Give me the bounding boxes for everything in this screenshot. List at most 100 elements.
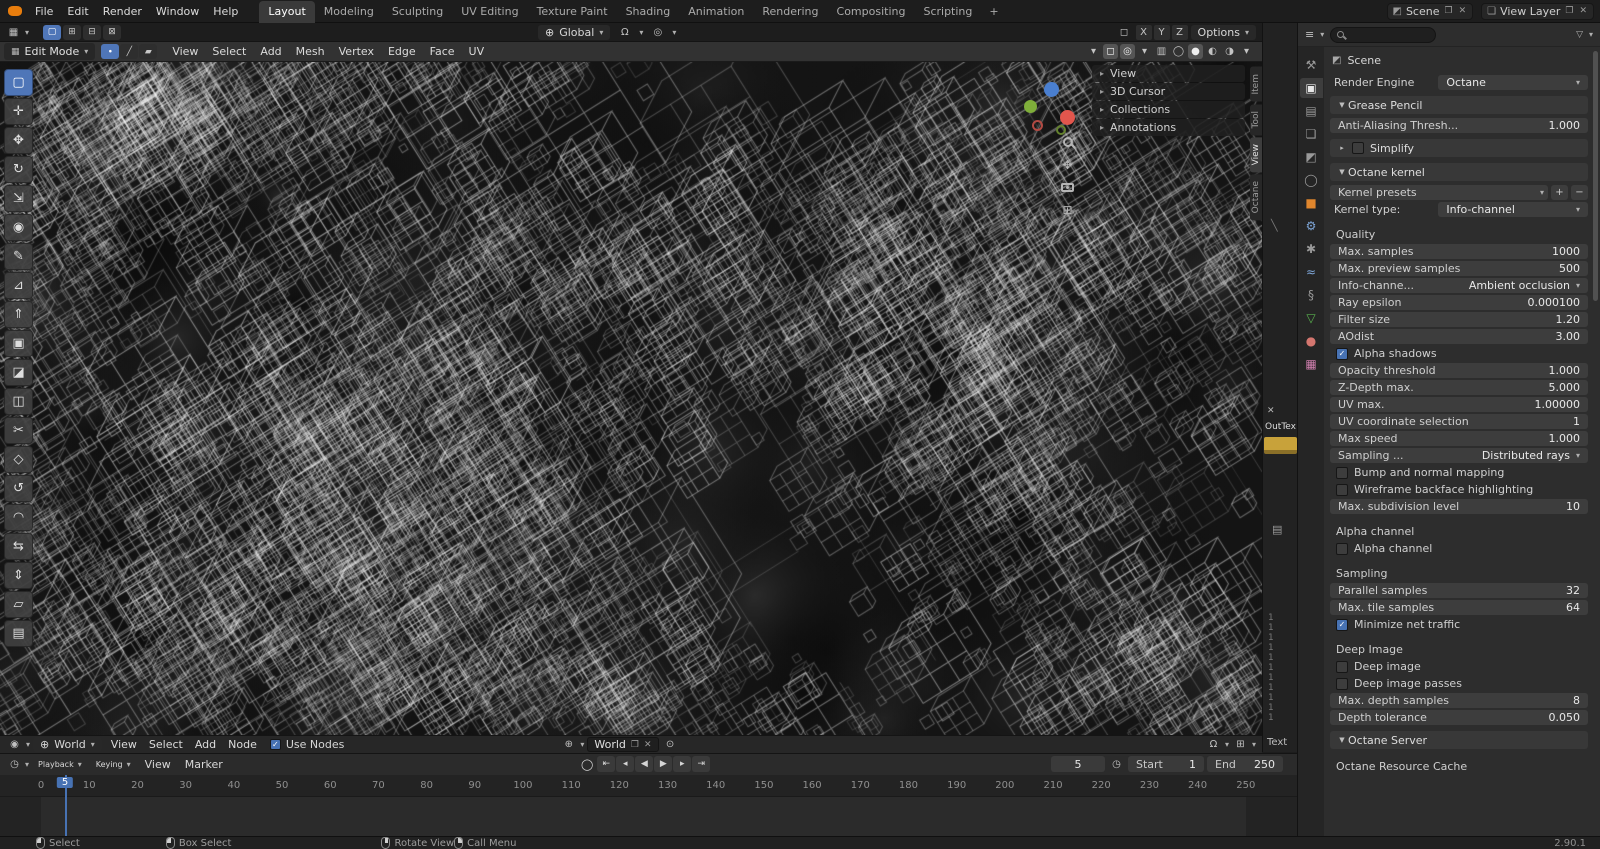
node-color-swatch[interactable]	[1264, 437, 1297, 450]
shading-rendered-button[interactable]: ◑	[1222, 44, 1237, 59]
npanel-tab-view[interactable]: View	[1250, 136, 1262, 173]
tool-transform[interactable]: ◉	[4, 214, 33, 241]
resize-handle-icon[interactable]: ╲	[1271, 219, 1278, 232]
workspace-rendering[interactable]: Rendering	[753, 1, 827, 23]
tool-select-box[interactable]: ▢	[4, 69, 33, 96]
menu-item[interactable]: Render	[96, 3, 149, 20]
menu-item[interactable]: File	[28, 3, 60, 20]
checkbox[interactable]: ✓	[1336, 660, 1348, 673]
object-visibility-dropdown[interactable]: ▾	[1086, 44, 1101, 59]
checkbox[interactable]: ✓	[1352, 142, 1364, 154]
prop-row[interactable]: ✓ Filter size 1.20 ▾ + −	[1330, 312, 1588, 327]
pan-icon[interactable]: ✥	[1062, 158, 1072, 172]
checkbox[interactable]: ✓	[1336, 483, 1348, 496]
options-dropdown[interactable]: Options ▾	[1190, 24, 1256, 40]
axis-y-ball[interactable]	[1024, 100, 1037, 113]
select-mode-extend[interactable]: ⊞	[63, 24, 82, 40]
prop-row[interactable]: ✓ Deep image ▾ + −	[1330, 659, 1588, 674]
tab-particles[interactable]: ✱	[1300, 239, 1323, 259]
navigation-gizmo[interactable]	[1023, 81, 1077, 135]
overlays-node-toggle[interactable]: ⊞	[1232, 737, 1249, 752]
editor-type-icon[interactable]: ◉	[6, 737, 23, 752]
next-keyframe-button[interactable]: ▸	[673, 756, 692, 772]
checkbox[interactable]: ✓	[1336, 466, 1348, 479]
prop-row[interactable]: ✓ Opacity threshold 1.000 ▾ + −	[1330, 363, 1588, 378]
select-mode-new[interactable]: ▢	[43, 24, 62, 40]
timeline-ruler[interactable]: 0 10 20 30 40 50 60 70 80 90 100 110 120 130 140 150 160…	[0, 775, 1297, 797]
tool-knife[interactable]: ✂	[4, 417, 33, 444]
sidebar-panel-header[interactable]: ▸ Annotations	[1092, 119, 1245, 136]
tool-move[interactable]: ✥	[4, 127, 33, 154]
prop-row[interactable]: ▸ ✓ Simplify ▾ + −	[1330, 139, 1588, 157]
frame-end-field[interactable]: End 250	[1207, 756, 1283, 772]
tool-rip-region[interactable]: ▤	[4, 620, 33, 647]
menu-item[interactable]: Help	[206, 3, 245, 20]
tab-object-data[interactable]: ▽	[1300, 308, 1323, 328]
prop-row[interactable]: ▼ ✓ Grease Pencil ▾ + −	[1330, 96, 1588, 114]
prop-row[interactable]: ✓ Alpha shadows ▾ + −	[1330, 346, 1588, 361]
tab-output[interactable]: ▤	[1300, 101, 1323, 121]
shading-material-button[interactable]: ◐	[1205, 44, 1220, 59]
prop-row[interactable]: ▼ ✓ Octane Server ▾ + −	[1330, 731, 1588, 749]
tool-extrude-region[interactable]: ⇑	[4, 301, 33, 328]
menu-item[interactable]: Playback ▾	[31, 757, 89, 772]
timeline-track[interactable]	[0, 797, 1297, 837]
tab-scene[interactable]: ◩	[1300, 147, 1323, 167]
checkbox[interactable]: ✓	[1336, 347, 1348, 360]
checkbox[interactable]: ✓	[269, 739, 281, 750]
tab-world[interactable]: ◯	[1300, 170, 1323, 190]
scene-selector[interactable]: ◩ Scene ❐ ✕	[1386, 2, 1474, 20]
tab-modifiers[interactable]: ⚙	[1300, 216, 1323, 236]
shading-dropdown[interactable]: ▾	[1239, 44, 1254, 59]
view-layer-selector[interactable]: ❏ View Layer ❐ ✕	[1481, 2, 1594, 20]
use-nodes-checkbox[interactable]: ✓ Use Nodes	[269, 738, 344, 751]
play-button[interactable]: ▶	[654, 756, 673, 772]
world-datablock-field[interactable]: World ❐ ✕	[587, 737, 659, 752]
mirror-x-toggle[interactable]: X	[1135, 24, 1152, 40]
prop-row[interactable]: ✓ Parallel samples 32 ▾ + −	[1330, 583, 1588, 598]
current-frame-field[interactable]: 5	[1051, 756, 1105, 772]
remove-view-layer-button[interactable]: ✕	[1578, 6, 1588, 16]
gizmo-icon[interactable]: ◻	[1116, 25, 1133, 40]
prop-row[interactable]: ✓ Max. depth samples 8 ▾ + −	[1330, 693, 1588, 708]
scrollbar[interactable]	[1593, 51, 1598, 301]
menu-item[interactable]: Edge	[381, 43, 423, 60]
xray-toggle[interactable]: ▥	[1154, 44, 1169, 59]
tool-annotate[interactable]: ✎	[4, 243, 33, 270]
checkbox[interactable]: ✓	[1336, 618, 1348, 631]
npanel-tab-item[interactable]: Item	[1250, 67, 1262, 102]
select-mode-intersect[interactable]: ⊠	[103, 24, 122, 40]
tool-edge-slide[interactable]: ⇆	[4, 533, 33, 560]
axis-x-negative-ball[interactable]	[1032, 120, 1043, 131]
checkbox[interactable]: ✓	[1336, 677, 1348, 690]
filter-icon[interactable]: ▽	[1576, 30, 1583, 40]
search-input[interactable]	[1330, 26, 1437, 43]
tab-texture[interactable]: ▦	[1300, 354, 1323, 374]
tool-scale[interactable]: ⇲	[4, 185, 33, 212]
duplicate-datablock-button[interactable]: ❐	[631, 740, 639, 750]
pin-icon[interactable]: ⊙	[662, 737, 679, 752]
tab-view-layer[interactable]: ❏	[1300, 124, 1323, 144]
shading-solid-button[interactable]: ●	[1188, 44, 1203, 59]
prop-row[interactable]: ✓ Kernel presets ▾ + −	[1330, 185, 1588, 200]
axis-z-ball[interactable]	[1044, 82, 1059, 97]
prop-row[interactable]: ✓ Max. tile samples 64 ▾ + −	[1330, 600, 1588, 615]
unlink-datablock-button[interactable]: ✕	[644, 740, 652, 750]
tab-material[interactable]: ●	[1300, 331, 1323, 351]
overlays-toggle[interactable]: ◎	[1120, 44, 1135, 59]
proportional-editing-toggle[interactable]: ◎	[649, 25, 666, 40]
prop-row[interactable]: ✓ AOdist 3.00 ▾ + −	[1330, 329, 1588, 344]
snap-node-toggle[interactable]: Ω	[1205, 737, 1222, 752]
axis-y-negative-ball[interactable]	[1056, 125, 1066, 135]
add-preset-button[interactable]: +	[1551, 185, 1568, 200]
frame-start-field[interactable]: Start 1	[1128, 756, 1204, 772]
prop-row[interactable]: ✓ Max speed 1.000 ▾ + −	[1330, 431, 1588, 446]
prop-row[interactable]: ✓ UV coordinate selection 1 ▾ + −	[1330, 414, 1588, 429]
prop-row[interactable]: ✓ Ray epsilon 0.000100 ▾ + −	[1330, 295, 1588, 310]
sidebar-panel-header[interactable]: ▸ View	[1092, 65, 1245, 82]
sidebar-panel-header[interactable]: ▸ Collections	[1092, 101, 1245, 118]
play-reverse-button[interactable]: ◀	[635, 756, 654, 772]
editor-type-icon[interactable]: ◷	[6, 757, 23, 772]
edge-select-mode[interactable]: ╱	[120, 44, 139, 59]
prop-row[interactable]: ✓ Alpha channel ▾ + −	[1330, 524, 1588, 539]
